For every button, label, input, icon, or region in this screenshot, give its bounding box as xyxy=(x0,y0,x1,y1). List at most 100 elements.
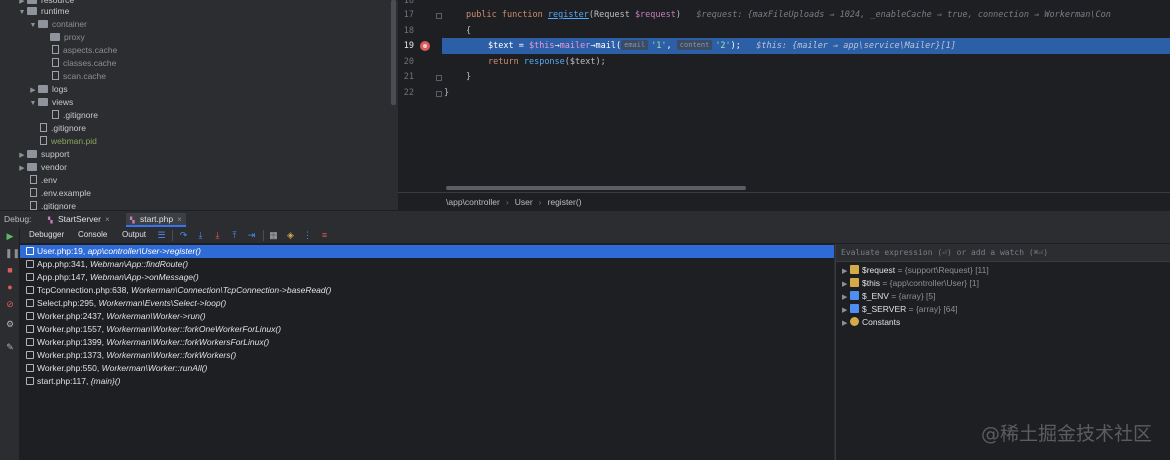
tree-item-classes-cache[interactable]: classes.cache xyxy=(50,57,116,70)
folder-icon xyxy=(38,85,48,93)
frame-item[interactable]: Worker.php:1399, Workerman\Worker::forkW… xyxy=(20,336,834,349)
line-number: 17 xyxy=(403,10,414,20)
chevron-right-icon[interactable]: ▶ xyxy=(17,162,27,175)
file-icon xyxy=(30,201,37,210)
chevron-down-icon[interactable]: ▼ xyxy=(17,6,27,19)
tree-item-gitignore[interactable]: .gitignore xyxy=(38,122,86,135)
tree-item-container[interactable]: ▼ container xyxy=(28,18,87,31)
variable-row[interactable]: ▶ $request = {support\Request} [11] xyxy=(836,264,1170,277)
chevron-right-icon[interactable]: ▶ xyxy=(842,317,850,330)
folder-icon xyxy=(50,33,60,41)
chevron-down-icon[interactable]: ▼ xyxy=(28,19,38,32)
inline-debug-value: $request: {maxFileUploads ⇒ 1024, _enabl… xyxy=(696,10,1111,20)
close-icon[interactable]: × xyxy=(177,215,182,224)
tab-output[interactable]: Output xyxy=(122,230,146,239)
tree-item-vendor[interactable]: ▶ vendor xyxy=(17,161,67,174)
close-icon[interactable]: × xyxy=(105,215,110,224)
tab-console[interactable]: Console xyxy=(78,230,107,239)
file-icon xyxy=(52,110,59,119)
frame-item[interactable]: TcpConnection.php:638, Workerman\Connect… xyxy=(20,284,834,297)
tree-item-gitignore[interactable]: .gitignore xyxy=(50,109,98,122)
chevron-right-icon: › xyxy=(505,197,509,207)
project-tree[interactable]: ▶ resource ▼ runtime ▼ container proxy aspe… xyxy=(0,0,392,210)
tree-item-support[interactable]: ▶ support xyxy=(17,148,69,161)
run-to-cursor-icon[interactable]: ⇥ xyxy=(246,230,257,241)
tab-start-php[interactable]: ▚ start.php × xyxy=(126,213,186,227)
step-into-icon[interactable]: ⤓ xyxy=(195,230,206,241)
inline-debug-value: $this: {mailer ⇒ app\service\Mailer}[1] xyxy=(756,41,956,51)
variable-row[interactable]: ▶ $this = {app\controller\User} [1] xyxy=(836,277,1170,290)
fold-marker-icon[interactable] xyxy=(436,75,442,81)
variable-row[interactable]: ▶ $_ENV = {array} [5] xyxy=(836,290,1170,303)
frame-item[interactable]: Worker.php:1373, Workerman\Worker::forkW… xyxy=(20,349,834,362)
tree-item-runtime[interactable]: ▼ runtime xyxy=(17,5,70,19)
gear-icon[interactable]: ⚙ xyxy=(5,319,15,329)
frames-list[interactable]: User.php:19, app\controller\User->regist… xyxy=(20,244,834,460)
breadcrumb-item[interactable]: register() xyxy=(548,197,582,207)
stop-icon[interactable]: ■ xyxy=(5,265,15,275)
breakpoint-icon[interactable] xyxy=(420,41,430,51)
evaluate-expression-icon[interactable]: ▦ xyxy=(268,230,279,241)
frame-icon xyxy=(26,273,34,281)
tree-item-env[interactable]: .env xyxy=(28,174,57,187)
tab-debugger[interactable]: Debugger xyxy=(29,230,64,239)
array-variable-icon xyxy=(850,291,859,300)
line-number: 19 xyxy=(403,41,414,51)
tree-item-aspects-cache[interactable]: aspects.cache xyxy=(50,44,117,57)
mute-breakpoints-icon[interactable]: ⊘ xyxy=(5,299,15,309)
code-line-20[interactable]: return response($text); xyxy=(488,54,606,70)
frame-item[interactable]: App.php:147, Webman\App->onMessage() xyxy=(20,271,834,284)
breadcrumb-item[interactable]: User xyxy=(515,197,533,207)
fold-marker-icon[interactable] xyxy=(436,13,442,19)
tree-item-scan-cache[interactable]: scan.cache xyxy=(50,70,106,83)
code-line-22[interactable]: } xyxy=(444,85,449,101)
view-breakpoints-icon[interactable]: ● xyxy=(5,282,15,292)
settings-list-icon[interactable]: ≡ xyxy=(319,230,330,241)
pin-icon[interactable]: ✎ xyxy=(5,342,15,352)
tree-item-env-example[interactable]: .env.example xyxy=(28,187,91,200)
frame-item[interactable]: Select.php:295, Workerman\Events\Select-… xyxy=(20,297,834,310)
tree-item-views[interactable]: ▼ views xyxy=(28,96,74,110)
editor-gutter[interactable]: 16 17 18 19 20 21 22 xyxy=(398,0,444,184)
step-out-icon[interactable]: ⤒ xyxy=(229,230,240,241)
force-step-into-icon[interactable]: ⤓ xyxy=(212,230,223,241)
frame-item[interactable]: Worker.php:1557, Workerman\Worker::forkO… xyxy=(20,323,834,336)
line-number: 22 xyxy=(403,88,414,98)
frames-icon[interactable]: ⋮ xyxy=(302,230,313,241)
step-over-icon[interactable]: ↷ xyxy=(178,230,189,241)
code-line-21[interactable]: } xyxy=(466,69,471,85)
file-icon xyxy=(52,58,59,67)
variable-row[interactable]: ▶ Constants xyxy=(836,316,1170,329)
resume-icon[interactable]: ▶ xyxy=(5,231,15,241)
tree-item-logs[interactable]: ▶ logs xyxy=(28,83,67,96)
evaluate-expression-input[interactable]: Evaluate expression (⏎) or add a watch (… xyxy=(836,244,1170,262)
variable-row[interactable]: ▶ $_SERVER = {array} [64] xyxy=(836,303,1170,316)
pause-icon[interactable]: ❚❚ xyxy=(5,248,20,258)
code-line-17[interactable]: public function register(Request $reques… xyxy=(466,7,1111,23)
list-icon[interactable]: ☰ xyxy=(156,230,167,241)
watches-icon[interactable]: ◈ xyxy=(285,230,296,241)
line-number: 16 xyxy=(403,0,414,6)
tab-startserver[interactable]: ▚ StartServer × xyxy=(44,213,114,227)
tree-item-proxy[interactable]: proxy xyxy=(50,31,85,44)
code-line-19[interactable]: $text = $this→mailer→mail(email '1', cont… xyxy=(488,38,956,54)
frame-icon xyxy=(26,299,34,307)
object-variable-icon xyxy=(850,265,859,274)
frame-item[interactable]: App.php:341, Webman\App::findRoute() xyxy=(20,258,834,271)
frame-icon xyxy=(26,338,34,346)
tree-item-webman-pid[interactable]: webman.pid xyxy=(38,135,97,148)
code-editor[interactable]: 16 17 18 19 20 21 22 public function reg… xyxy=(398,0,1170,210)
file-icon xyxy=(30,188,37,197)
fold-marker-icon[interactable] xyxy=(436,91,442,97)
chevron-down-icon[interactable]: ▼ xyxy=(28,97,38,110)
frame-item[interactable]: Worker.php:550, Workerman\Worker::runAll… xyxy=(20,362,834,375)
frame-item[interactable]: start.php:117, {main}() xyxy=(20,375,834,388)
object-variable-icon xyxy=(850,278,859,287)
code-line-18[interactable]: { xyxy=(466,23,471,39)
frame-item[interactable]: Worker.php:2437, Workerman\Worker->run() xyxy=(20,310,834,323)
tree-item-gitignore[interactable]: .gitignore xyxy=(28,200,76,210)
tree-scrollbar[interactable] xyxy=(391,0,396,105)
editor-horizontal-scrollbar[interactable] xyxy=(446,186,746,190)
breadcrumb-item[interactable]: \app\controller xyxy=(446,197,500,207)
frame-item[interactable]: User.php:19, app\controller\User->regist… xyxy=(20,245,834,258)
